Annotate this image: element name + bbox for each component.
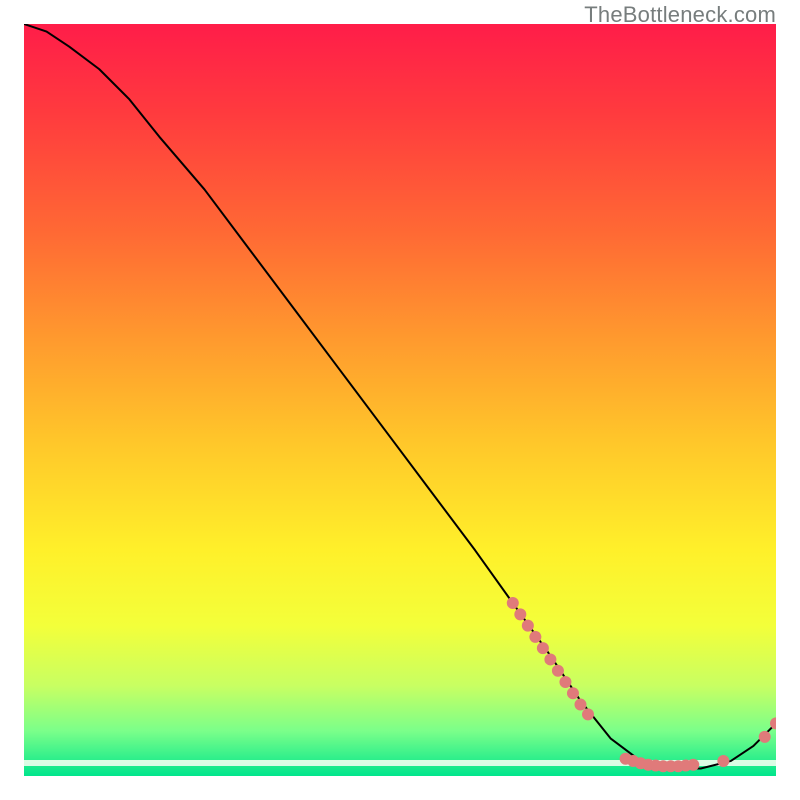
chart-container: TheBottleneck.com bbox=[0, 0, 800, 800]
data-point bbox=[717, 755, 729, 767]
data-point bbox=[507, 597, 519, 609]
data-point bbox=[552, 665, 564, 677]
data-point bbox=[687, 759, 699, 771]
data-point bbox=[759, 731, 771, 743]
data-point bbox=[514, 608, 526, 620]
data-point bbox=[582, 708, 594, 720]
data-point bbox=[522, 620, 534, 632]
scatter-points bbox=[507, 597, 776, 772]
data-point bbox=[537, 642, 549, 654]
data-point bbox=[559, 676, 571, 688]
chart-svg bbox=[24, 24, 776, 776]
data-point bbox=[544, 653, 556, 665]
data-point bbox=[529, 631, 541, 643]
curve-path bbox=[24, 24, 776, 768]
data-point bbox=[567, 687, 579, 699]
curve-line bbox=[24, 24, 776, 768]
plot-area bbox=[24, 24, 776, 776]
data-point bbox=[574, 699, 586, 711]
